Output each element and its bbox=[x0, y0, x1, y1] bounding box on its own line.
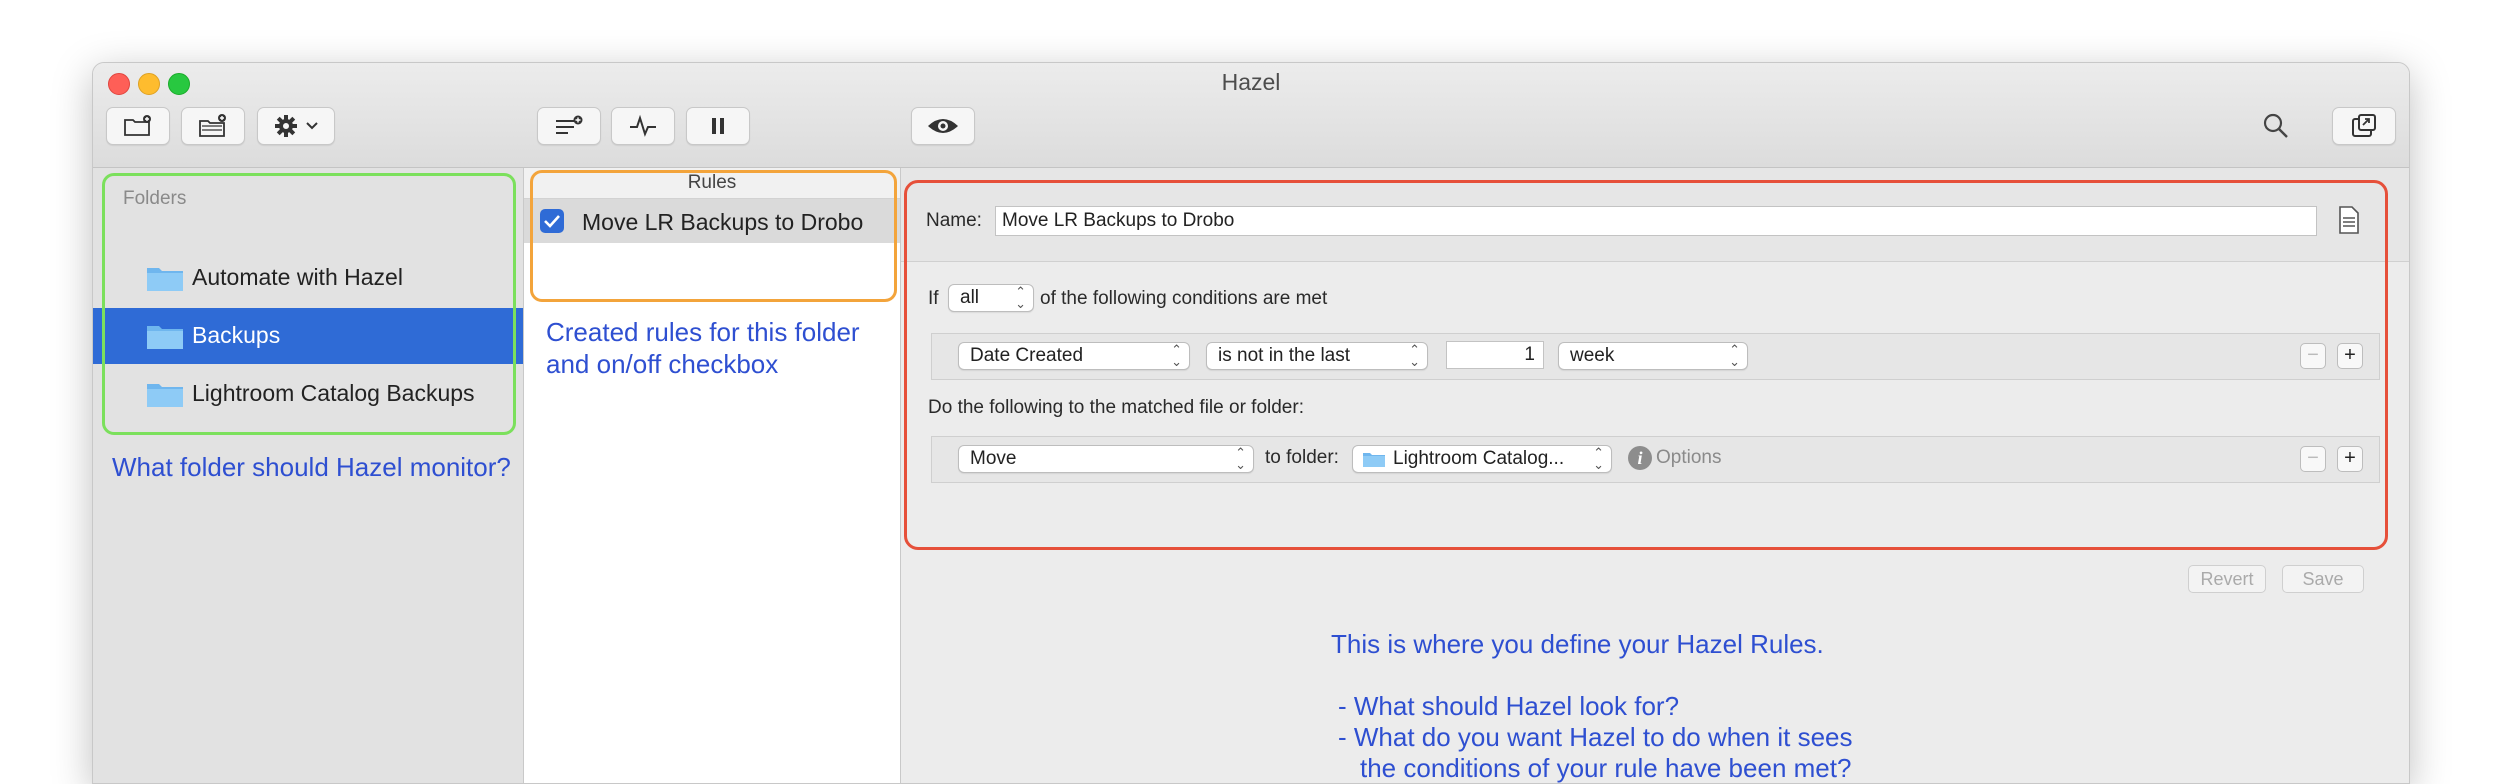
save-button[interactable]: Save bbox=[2282, 565, 2364, 593]
info-window-button[interactable] bbox=[2332, 107, 2396, 145]
folders-highlight-box bbox=[102, 173, 516, 435]
settings-menu-button[interactable] bbox=[257, 107, 335, 145]
editor-highlight-box bbox=[904, 180, 2388, 550]
gear-icon bbox=[275, 115, 297, 137]
search-button[interactable] bbox=[2261, 111, 2291, 141]
rules-annotation-line2: and on/off checkbox bbox=[546, 349, 779, 379]
folders-sidebar: Folders Automate with Hazel Backups Ligh… bbox=[93, 168, 524, 783]
rules-annotation-line1: Created rules for this folder bbox=[546, 317, 860, 347]
folders-annotation: What folder should Hazel monitor? bbox=[112, 452, 511, 482]
add-folder-button[interactable] bbox=[106, 107, 170, 145]
info-window-icon bbox=[2352, 114, 2376, 137]
editor-annotation-line1: This is where you define your Hazel Rule… bbox=[1331, 629, 1824, 659]
pause-button[interactable] bbox=[686, 107, 750, 145]
add-folder-alt-icon bbox=[199, 114, 226, 137]
title-bar: Hazel bbox=[93, 63, 2409, 168]
activity-button[interactable] bbox=[611, 107, 675, 145]
add-folder-alt-button[interactable] bbox=[181, 107, 245, 145]
pause-icon bbox=[712, 118, 724, 134]
activity-icon bbox=[630, 114, 656, 137]
search-icon bbox=[2263, 113, 2288, 138]
eye-icon bbox=[928, 119, 958, 133]
editor-annotation-line2: - What should Hazel look for? bbox=[1338, 691, 1680, 721]
add-folder-icon bbox=[124, 115, 151, 136]
rule-editor: Name: Move LR Backups to Drobo If all ⌃ ⌄… bbox=[901, 168, 2409, 783]
rules-panel: Rules Move LR Backups to Drobo Created r… bbox=[524, 168, 901, 783]
editor-annotation-line3: - What do you want Hazel to do when it s… bbox=[1338, 722, 1853, 752]
add-rule-button[interactable] bbox=[537, 107, 601, 145]
revert-button[interactable]: Revert bbox=[2188, 565, 2266, 593]
chevron-down-icon bbox=[306, 122, 318, 130]
rules-highlight-box bbox=[530, 170, 897, 302]
preview-button[interactable] bbox=[911, 107, 975, 145]
window-title: Hazel bbox=[1221, 69, 1281, 95]
add-rule-icon bbox=[556, 115, 583, 134]
hazel-window: Hazel Folders Automate with Hazel Backup… bbox=[92, 62, 2410, 784]
